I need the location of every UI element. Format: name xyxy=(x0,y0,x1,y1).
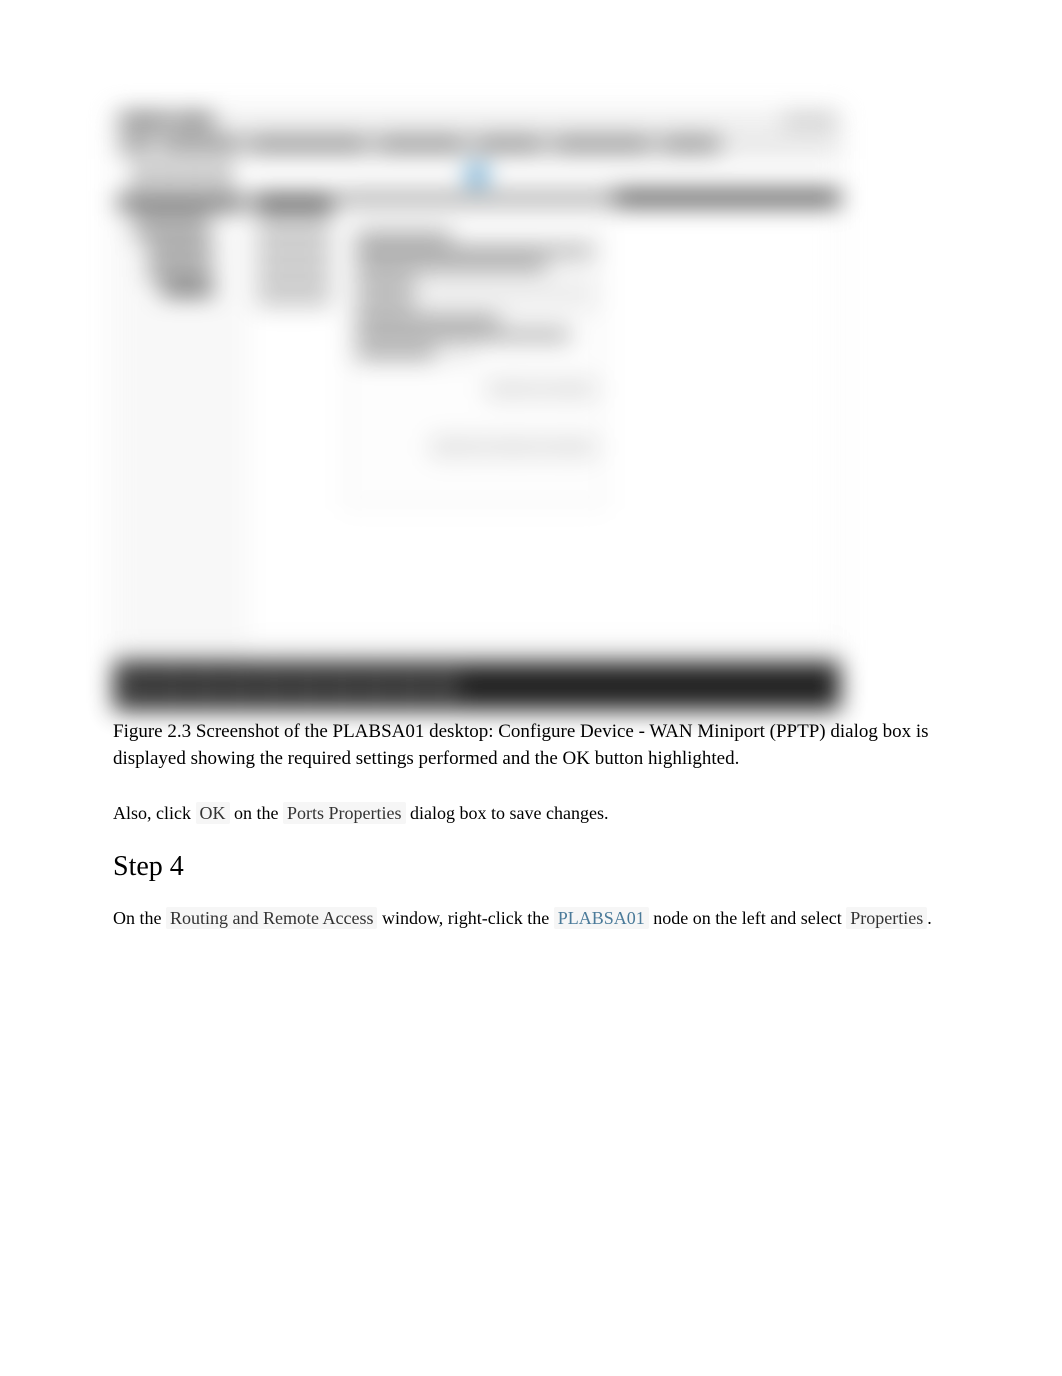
figure-screenshot xyxy=(113,110,841,711)
instruction-paragraph-2: On the Routing and Remote Access window,… xyxy=(113,905,949,932)
text-mid: window, right-click the xyxy=(377,908,553,928)
server-name-label: PLABSA01 xyxy=(554,907,649,929)
text-end: . xyxy=(927,908,932,928)
text-prefix: On the xyxy=(113,908,166,928)
ok-label: OK xyxy=(196,802,230,824)
ports-properties-label: Ports Properties xyxy=(283,802,406,824)
figure-caption: Figure 2.3 Screenshot of the PLABSA01 de… xyxy=(113,719,949,772)
step-heading: Step 4 xyxy=(113,851,949,883)
text-prefix: Also, click xyxy=(113,803,196,823)
text-mid: on the xyxy=(230,803,284,823)
text-suffix: node on the left and select xyxy=(649,908,846,928)
text-suffix: dialog box to save changes. xyxy=(406,803,609,823)
routing-remote-access-label: Routing and Remote Access xyxy=(166,907,377,929)
properties-label: Properties xyxy=(846,907,927,929)
instruction-paragraph-1: Also, click OK on the Ports Properties d… xyxy=(113,800,949,827)
